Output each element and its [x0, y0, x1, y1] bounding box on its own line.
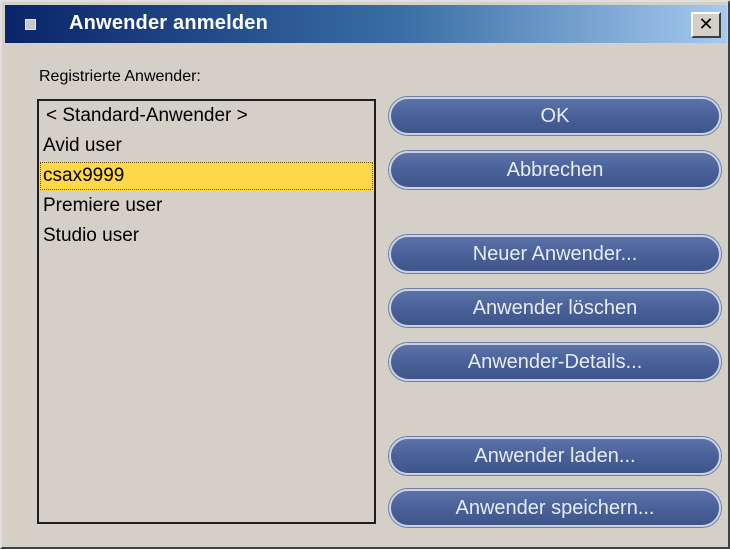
- load-user-button[interactable]: Anwender laden...: [389, 437, 721, 475]
- new-user-button[interactable]: Neuer Anwender...: [389, 235, 721, 273]
- window-title: Anwender anmelden: [69, 12, 268, 34]
- window-menu-icon[interactable]: [25, 19, 36, 30]
- delete-user-button[interactable]: Anwender löschen: [389, 289, 721, 327]
- registered-users-label: Registrierte Anwender:: [39, 68, 201, 85]
- list-item-studio-user[interactable]: Studio user: [39, 221, 374, 251]
- list-item-avid-user[interactable]: Avid user: [39, 131, 374, 161]
- close-icon: ✕: [698, 14, 714, 35]
- registered-users-listbox[interactable]: < Standard-Anwender > Avid user csax9999…: [37, 99, 376, 524]
- list-item-premiere-user[interactable]: Premiere user: [39, 191, 374, 221]
- cancel-button[interactable]: Abbrechen: [389, 151, 721, 189]
- list-item-csax9999[interactable]: csax9999: [39, 161, 374, 191]
- save-user-button[interactable]: Anwender speichern...: [389, 489, 721, 527]
- login-dialog: Anwender anmelden ✕ Registrierte Anwende…: [0, 0, 730, 549]
- title-bar[interactable]: Anwender anmelden ✕: [5, 5, 727, 43]
- close-button[interactable]: ✕: [691, 12, 721, 38]
- ok-button[interactable]: OK: [389, 97, 721, 135]
- list-item-standard-user[interactable]: < Standard-Anwender >: [39, 101, 374, 131]
- user-details-button[interactable]: Anwender-Details...: [389, 343, 721, 381]
